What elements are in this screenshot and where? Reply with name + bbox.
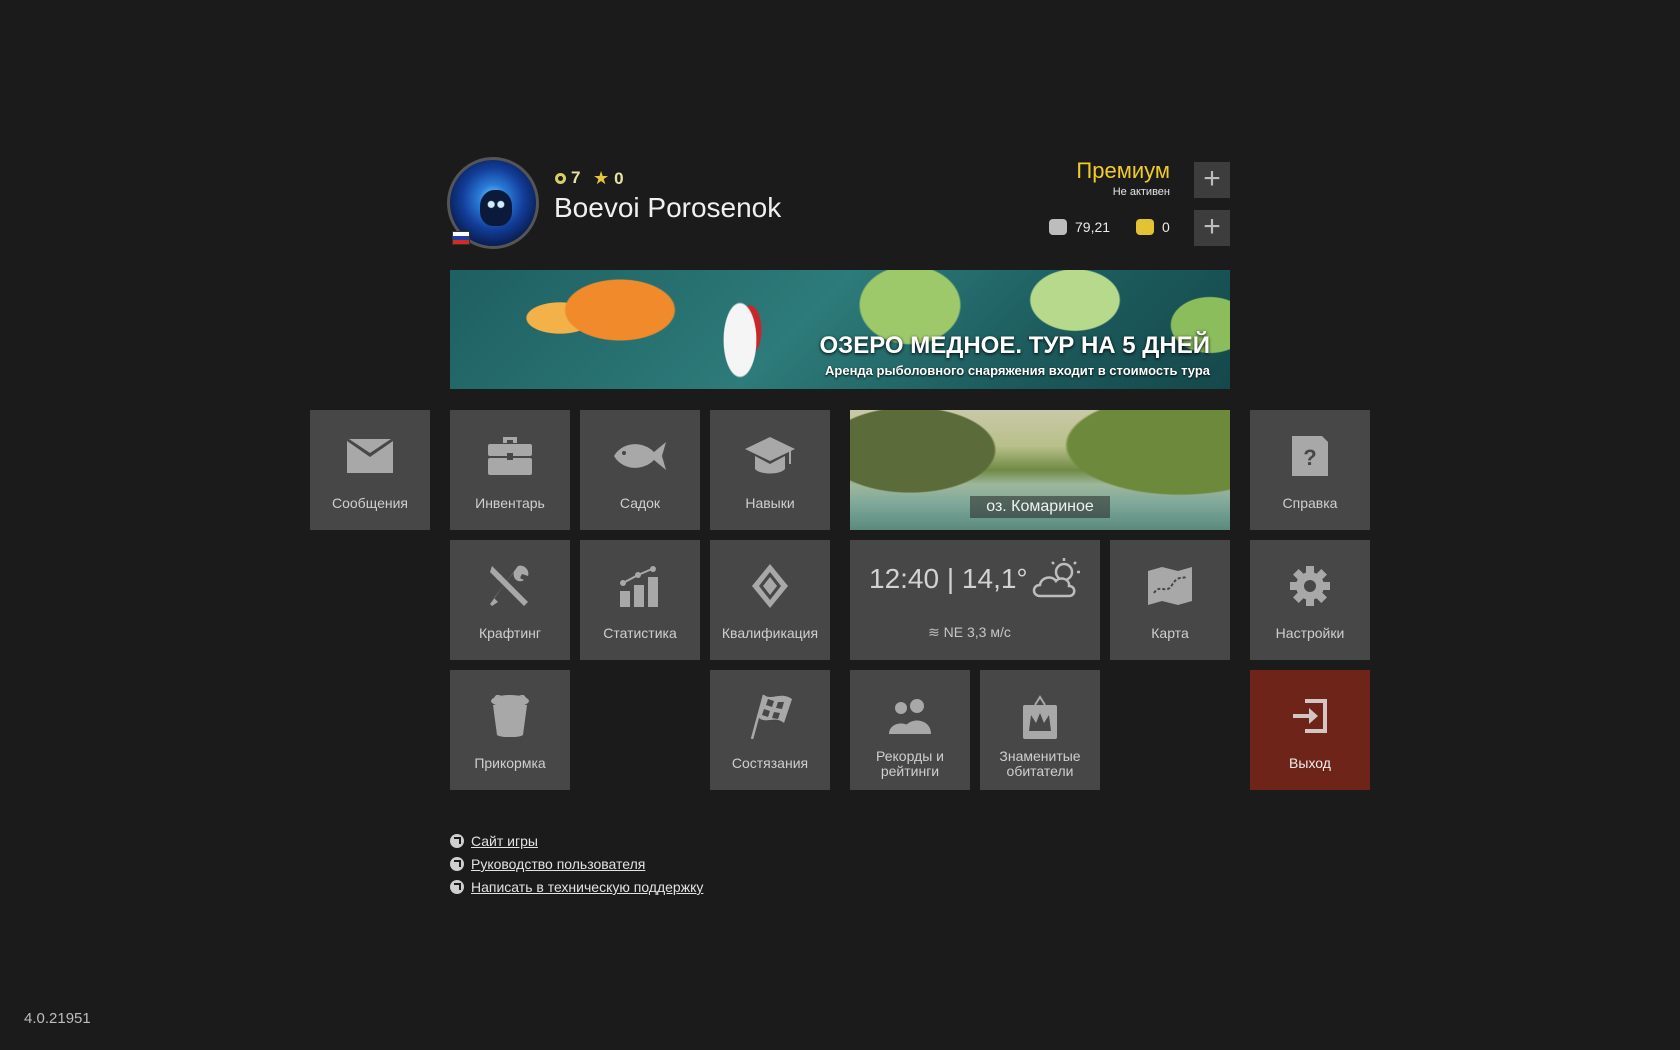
exit-icon xyxy=(1250,694,1370,738)
trophies-button[interactable]: Знаменитые обитатели xyxy=(980,670,1100,790)
skills-label: Навыки xyxy=(745,495,795,511)
skills-button[interactable]: Навыки xyxy=(710,410,830,530)
exit-button[interactable]: Выход xyxy=(1250,670,1370,790)
keepnet-label: Садок xyxy=(619,495,661,511)
statistics-button[interactable]: Статистика xyxy=(580,540,700,660)
external-link-icon xyxy=(450,880,464,894)
exit-label: Выход xyxy=(1289,755,1331,771)
external-link-icon xyxy=(450,834,464,848)
help-book-icon: ? xyxy=(1250,434,1370,478)
player-name: Boevoi Porosenok xyxy=(554,192,782,223)
settings-button[interactable]: Настройки xyxy=(1250,540,1370,660)
checkered-flag-icon xyxy=(710,694,830,739)
avatar-face xyxy=(480,190,512,226)
competitions-button[interactable]: Состязания xyxy=(710,670,830,790)
wind-value: NE 3,3 м/с xyxy=(943,624,1011,640)
external-link-icon xyxy=(450,857,464,871)
premium-status: Не активен xyxy=(1112,186,1170,198)
gold-balance: 0 xyxy=(1136,219,1170,235)
silver-coin-icon xyxy=(1049,219,1067,235)
envelope-icon xyxy=(310,434,430,478)
weather-tile: 12:40 | 14,1° ≋ NE 3,3 м/с xyxy=(850,540,1100,660)
qualification-label: Квалификация xyxy=(721,625,819,641)
competitions-label: Состязания xyxy=(731,755,809,771)
silver-value: 79,21 xyxy=(1075,219,1111,235)
groundbait-label: Прикормка xyxy=(474,755,546,771)
records-label: Рекорды и рейтинги xyxy=(876,748,944,779)
qualification-button[interactable]: Квалификация xyxy=(710,540,830,660)
statistics-label: Статистика xyxy=(603,625,677,641)
buy-currency-button[interactable]: + xyxy=(1194,210,1230,246)
level-value: 7 xyxy=(571,168,581,187)
trophies-label: Знаменитые обитатели xyxy=(999,748,1081,779)
star-icon: ★ xyxy=(593,168,610,188)
level-icon xyxy=(555,172,566,184)
gear-icon xyxy=(1250,564,1370,608)
bar-chart-icon xyxy=(580,564,700,608)
help-button[interactable]: ? Справка xyxy=(1250,410,1370,530)
gold-coin-icon xyxy=(1136,219,1154,235)
time-temperature: 12:40 | 14,1° xyxy=(869,563,1028,594)
inventory-button[interactable]: Инвентарь xyxy=(450,410,570,530)
briefcase-icon xyxy=(450,434,570,478)
crafting-label: Крафтинг xyxy=(478,625,541,641)
wind-info: ≋ NE 3,3 м/с xyxy=(928,624,1011,641)
temperature: 14,1° xyxy=(961,563,1028,594)
crafting-button[interactable]: Крафтинг xyxy=(450,540,570,660)
inventory-label: Инвентарь xyxy=(475,495,545,511)
messages-label: Сообщения xyxy=(332,495,408,511)
link-text: Написать в техническую поддержку xyxy=(471,879,704,895)
map-button[interactable]: Карта xyxy=(1110,540,1230,660)
tools-icon xyxy=(450,564,570,608)
silver-balance: 79,21 xyxy=(1049,219,1110,235)
player-stars: ★ 0 xyxy=(593,168,624,189)
fish-icon xyxy=(580,434,700,478)
current-location-tile[interactable]: оз. Комариное xyxy=(850,410,1230,530)
gold-value: 0 xyxy=(1162,219,1170,235)
map-icon xyxy=(1110,564,1230,608)
buy-premium-button[interactable]: + xyxy=(1194,162,1230,198)
settings-label: Настройки xyxy=(1275,625,1345,641)
records-button[interactable]: Рекорды и рейтинги xyxy=(850,670,970,790)
partly-cloudy-icon xyxy=(1032,558,1082,603)
stars-value: 0 xyxy=(614,168,624,188)
support-link[interactable]: Написать в техническую поддержку xyxy=(450,879,703,895)
banner-title: ОЗЕРО МЕДНОЕ. ТУР НА 5 ДНЕЙ xyxy=(819,332,1210,359)
user-guide-link[interactable]: Руководство пользователя xyxy=(450,856,645,872)
player-level: 7 xyxy=(555,168,580,188)
version-label: 4.0.21951 xyxy=(24,1010,91,1027)
help-label: Справка xyxy=(1282,495,1338,511)
graduation-cap-icon xyxy=(710,434,830,478)
premium-title[interactable]: Премиум xyxy=(1076,158,1170,184)
game-site-link[interactable]: Сайт игры xyxy=(450,833,538,849)
keepnet-button[interactable]: Садок xyxy=(580,410,700,530)
crown-badge-icon xyxy=(980,694,1100,739)
country-flag-icon xyxy=(452,231,470,245)
people-icon xyxy=(850,694,970,738)
wind-icon: ≋ xyxy=(928,624,944,640)
groundbait-button[interactable]: Прикормка xyxy=(450,670,570,790)
promo-banner[interactable]: ОЗЕРО МЕДНОЕ. ТУР НА 5 ДНЕЙ Аренда рыбол… xyxy=(450,270,1230,389)
banner-subtitle: Аренда рыболовного снаряжения входит в с… xyxy=(825,363,1210,378)
link-text: Сайт игры xyxy=(471,833,538,849)
location-name: оз. Комариное xyxy=(970,496,1110,518)
link-text: Руководство пользователя xyxy=(471,856,646,872)
diamond-icon xyxy=(710,564,830,608)
svg-text:?: ? xyxy=(1303,445,1316,470)
map-label: Карта xyxy=(1151,625,1189,641)
messages-button[interactable]: Сообщения xyxy=(310,410,430,530)
clock-time: 12:40 xyxy=(869,563,940,594)
bucket-icon xyxy=(450,694,570,738)
